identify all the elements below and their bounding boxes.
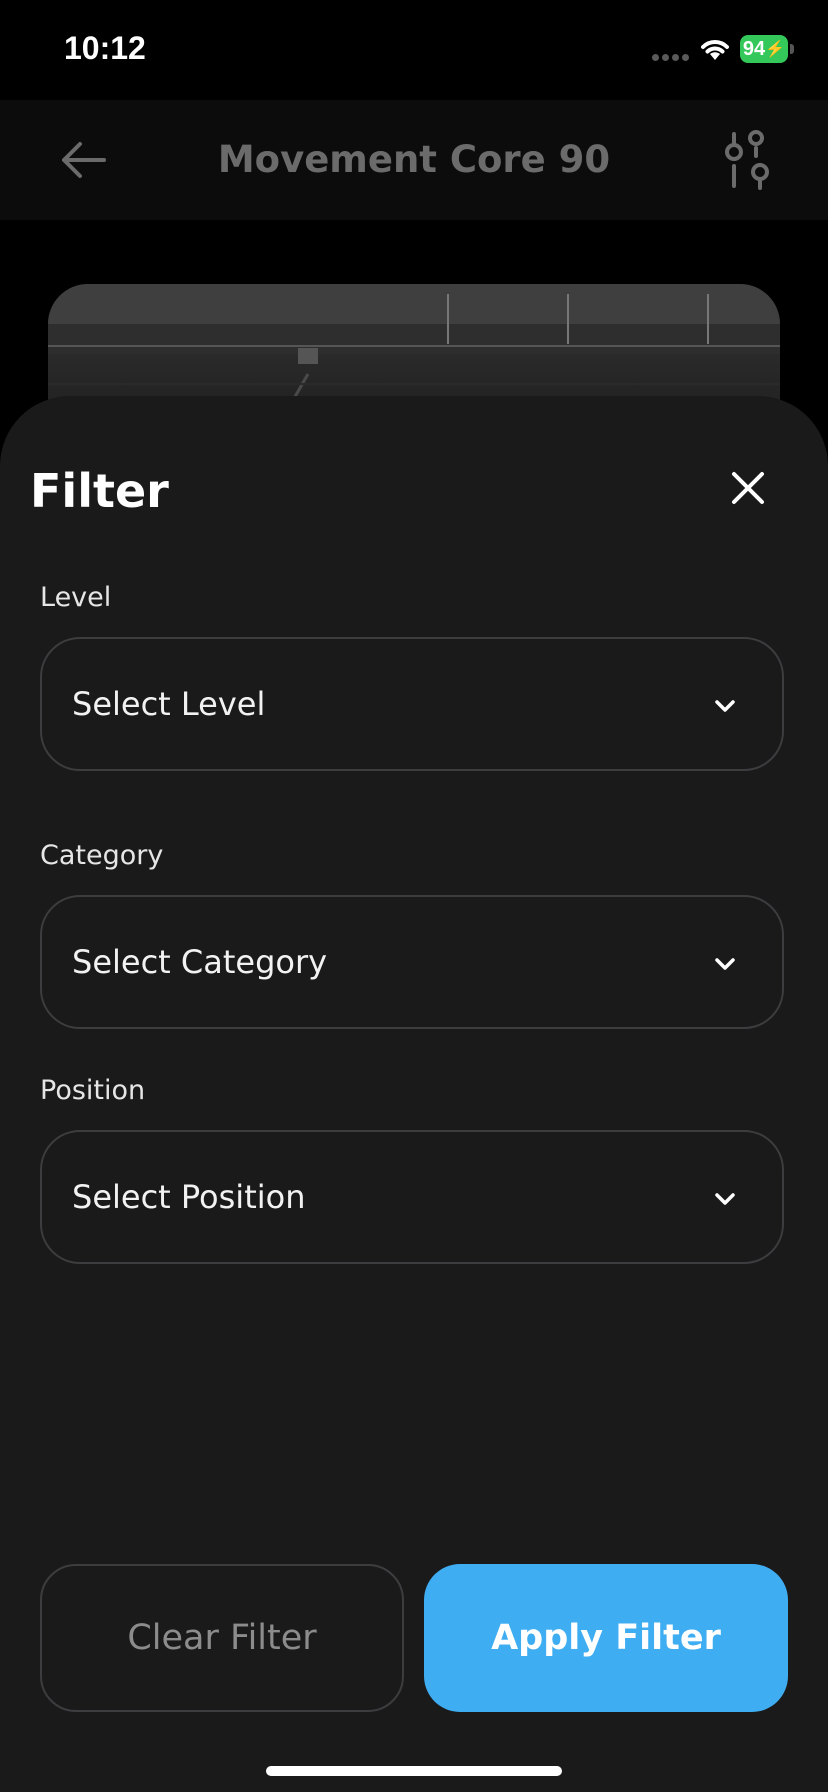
level-select[interactable]: Select Level xyxy=(40,637,784,771)
clear-filter-button[interactable]: Clear Filter xyxy=(40,1564,404,1712)
battery-cap xyxy=(790,44,794,54)
position-label: Position xyxy=(40,1075,146,1106)
nav-bar: Movement Core 90 xyxy=(0,100,828,220)
chevron-down-icon xyxy=(715,958,735,970)
level-label: Level xyxy=(40,582,112,613)
chevron-down-icon xyxy=(715,1193,735,1205)
category-select[interactable]: Select Category xyxy=(40,895,784,1029)
sliders-icon[interactable] xyxy=(720,130,776,190)
page-title: Movement Core 90 xyxy=(217,138,611,181)
cellular-signal-icon xyxy=(652,54,692,62)
apply-filter-button[interactable]: Apply Filter xyxy=(424,1564,788,1712)
wifi-icon xyxy=(701,40,729,60)
filter-sheet: Filter Level Select Level Category Selec… xyxy=(0,396,828,1792)
battery-level: 94 xyxy=(742,37,766,60)
level-select-value: Select Level xyxy=(72,685,266,723)
status-time: 10:12 xyxy=(64,30,146,66)
home-indicator xyxy=(266,1766,562,1776)
position-select-value: Select Position xyxy=(72,1178,306,1216)
battery-indicator: 94 ⚡ xyxy=(740,35,788,63)
chevron-down-icon xyxy=(715,700,735,712)
position-select[interactable]: Select Position xyxy=(40,1130,784,1264)
charging-bolt-icon: ⚡ xyxy=(765,41,786,58)
category-label: Category xyxy=(40,840,164,871)
category-select-value: Select Category xyxy=(72,943,328,981)
status-bar: 10:12 94 ⚡ xyxy=(0,0,828,100)
close-icon[interactable] xyxy=(726,466,770,510)
sheet-title: Filter xyxy=(30,464,169,518)
